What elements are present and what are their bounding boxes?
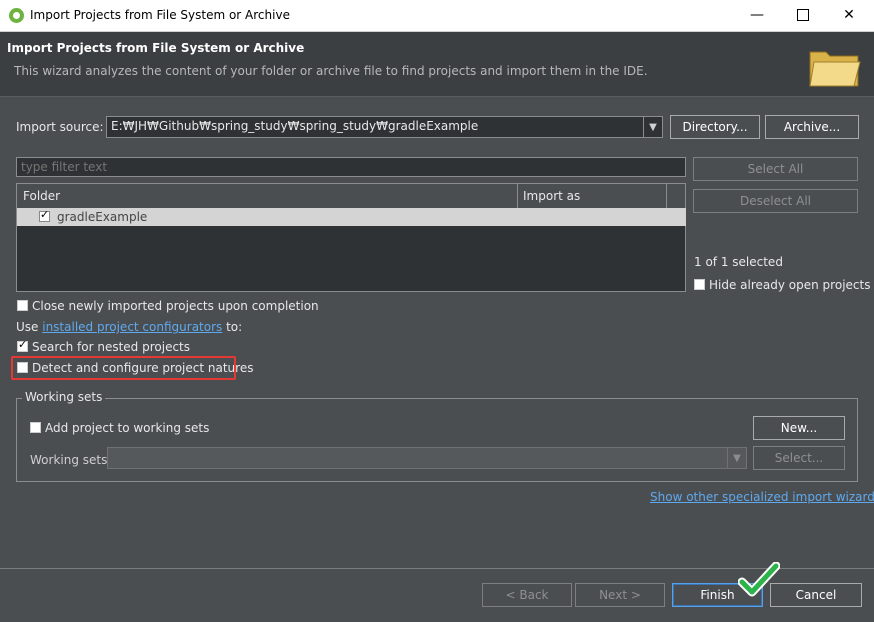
title-bar: Import Projects from File System or Arch… xyxy=(0,0,874,32)
show-other-wizards-link[interactable]: Show other specialized import wizards xyxy=(650,490,874,504)
back-button[interactable]: < Back xyxy=(482,583,572,607)
archive-button[interactable]: Archive... xyxy=(765,115,859,139)
window-title: Import Projects from File System or Arch… xyxy=(30,8,290,22)
hide-open-checkbox[interactable] xyxy=(694,279,705,290)
highlight-box xyxy=(11,356,236,380)
minimize-button[interactable]: — xyxy=(734,0,780,31)
chevron-down-icon[interactable]: ▼ xyxy=(643,117,662,137)
wizard-banner: Import Projects from File System or Arch… xyxy=(0,32,874,97)
maximize-icon xyxy=(797,9,809,21)
working-sets-combo[interactable]: ▼ xyxy=(107,447,747,469)
working-sets-label: Working sets: xyxy=(30,453,112,467)
hide-open-label[interactable]: Hide already open projects xyxy=(709,278,870,292)
import-source-combo[interactable]: E:₩JH₩Github₩spring_study₩spring_study₩g… xyxy=(106,116,663,138)
deselect-all-button[interactable]: Deselect All xyxy=(693,189,858,213)
column-header-import-as[interactable]: Import as xyxy=(523,189,580,203)
column-header-folder[interactable]: Folder xyxy=(23,189,60,203)
new-working-set-button[interactable]: New... xyxy=(753,416,845,440)
add-working-sets-checkbox[interactable] xyxy=(30,422,41,433)
wizard-title: Import Projects from File System or Arch… xyxy=(7,41,305,55)
select-working-set-button[interactable]: Select... xyxy=(753,446,845,470)
use-prefix: Use xyxy=(16,320,43,334)
close-newly-label[interactable]: Close newly imported projects upon compl… xyxy=(32,299,319,313)
import-source-label: Import source: xyxy=(16,120,104,134)
working-sets-group xyxy=(16,398,858,482)
configurators-line: Use installed project configurators to: xyxy=(16,320,242,334)
filter-input[interactable] xyxy=(16,157,686,177)
selected-count: 1 of 1 selected xyxy=(694,255,783,269)
column-divider xyxy=(666,184,667,208)
spring-app-icon xyxy=(9,8,24,23)
working-sets-group-label: Working sets xyxy=(22,390,106,404)
row-folder-name: gradleExample xyxy=(57,210,148,224)
folder-icon xyxy=(809,51,861,87)
column-divider xyxy=(517,184,518,208)
table-row[interactable]: gradleExample xyxy=(17,208,686,226)
table-header: Folder Import as xyxy=(17,184,685,209)
cancel-button[interactable]: Cancel xyxy=(770,583,862,607)
directory-button[interactable]: Directory... xyxy=(670,115,760,139)
wizard-description: This wizard analyzes the content of your… xyxy=(14,64,648,78)
projects-table: Folder Import as gradleExample xyxy=(16,183,686,292)
select-all-button[interactable]: Select All xyxy=(693,157,858,181)
configurators-link[interactable]: installed project configurators xyxy=(42,320,222,334)
green-checkmark-icon xyxy=(738,562,780,597)
next-button[interactable]: Next > xyxy=(575,583,665,607)
import-source-value: E:₩JH₩Github₩spring_study₩spring_study₩g… xyxy=(111,119,479,133)
row-checkbox[interactable] xyxy=(39,208,50,222)
search-nested-checkbox[interactable] xyxy=(17,338,28,352)
chevron-down-icon[interactable]: ▼ xyxy=(727,448,746,468)
search-nested-label[interactable]: Search for nested projects xyxy=(32,340,190,354)
close-newly-checkbox[interactable] xyxy=(17,300,28,311)
maximize-button[interactable] xyxy=(780,0,826,31)
use-suffix: to: xyxy=(222,320,243,334)
add-working-sets-label[interactable]: Add project to working sets xyxy=(45,421,209,435)
close-button[interactable]: ✕ xyxy=(826,0,872,31)
